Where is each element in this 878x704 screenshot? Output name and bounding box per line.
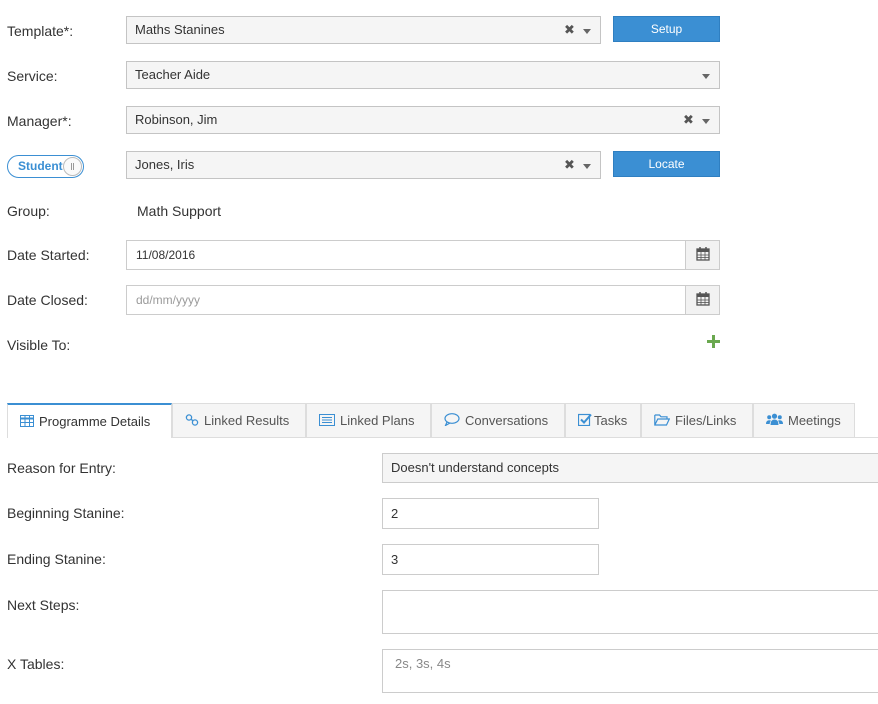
- manager-select[interactable]: Robinson, Jim ✖: [126, 106, 720, 134]
- clear-icon[interactable]: ✖: [564, 17, 575, 43]
- ending-stanine-label: Ending Stanine:: [7, 551, 106, 567]
- manager-value: Robinson, Jim: [135, 112, 218, 127]
- service-value: Teacher Aide: [135, 67, 211, 82]
- folder-icon: [654, 405, 671, 439]
- tab-label: Conversations: [465, 413, 549, 428]
- visible-to-label: Visible To:: [7, 337, 71, 353]
- beginning-stanine-input[interactable]: 2: [382, 498, 599, 529]
- tab-label: Meetings: [788, 413, 841, 428]
- users-icon: [766, 405, 783, 439]
- date-closed-label: Date Closed:: [7, 292, 88, 308]
- next-steps-textarea[interactable]: [382, 590, 878, 634]
- tab-label: Programme Details: [39, 414, 151, 429]
- tab-label: Tasks: [594, 413, 628, 428]
- tab-label: Files/Links: [675, 413, 737, 428]
- reason-label: Reason for Entry:: [7, 460, 116, 476]
- list-icon: [319, 405, 335, 439]
- calendar-icon[interactable]: [685, 286, 719, 314]
- date-started-value: 11/08/2016: [136, 248, 196, 262]
- manager-label: Manager*:: [7, 113, 72, 129]
- beginning-stanine-label: Beginning Stanine:: [7, 505, 125, 521]
- ending-stanine-input[interactable]: 3: [382, 544, 599, 575]
- group-label: Group:: [7, 203, 50, 219]
- calendar-icon[interactable]: [685, 241, 719, 269]
- date-started-field[interactable]: 11/08/2016: [126, 240, 720, 270]
- template-label: Template*:: [7, 23, 74, 39]
- setup-button[interactable]: Setup: [613, 16, 720, 42]
- date-started-label: Date Started:: [7, 247, 90, 263]
- table-icon: [20, 406, 34, 440]
- link-icon: [185, 405, 199, 439]
- student-toggle[interactable]: Student: [7, 155, 84, 178]
- tab-bar: Programme Details Linked Results Linked …: [7, 403, 878, 438]
- tab-label: Linked Plans: [340, 413, 415, 428]
- chevron-down-icon[interactable]: [583, 164, 591, 169]
- checkbox-icon: [577, 405, 592, 439]
- tab-linked-results[interactable]: Linked Results: [172, 403, 306, 437]
- tab-tasks[interactable]: Tasks: [565, 403, 641, 437]
- service-select[interactable]: Teacher Aide: [126, 61, 720, 89]
- chevron-down-icon[interactable]: [702, 119, 710, 124]
- date-closed-placeholder: dd/mm/yyyy: [136, 293, 201, 307]
- x-tables-textarea[interactable]: 2s, 3s, 4s: [382, 649, 878, 693]
- tab-linked-plans[interactable]: Linked Plans: [306, 403, 431, 437]
- comment-icon: [444, 405, 460, 439]
- student-toggle-label: Student: [18, 159, 63, 173]
- tab-conversations[interactable]: Conversations: [431, 403, 565, 437]
- tab-meetings[interactable]: Meetings: [753, 403, 855, 437]
- student-select[interactable]: Jones, Iris ✖: [126, 151, 601, 179]
- next-steps-label: Next Steps:: [7, 597, 80, 613]
- tab-files-links[interactable]: Files/Links: [641, 403, 753, 437]
- group-value: Math Support: [137, 203, 222, 219]
- toggle-knob[interactable]: [63, 157, 82, 176]
- template-select[interactable]: Maths Stanines ✖: [126, 16, 601, 44]
- reason-value: Doesn't understand concepts: [391, 460, 559, 475]
- chevron-down-icon[interactable]: [583, 29, 591, 34]
- tab-label: Linked Results: [204, 413, 290, 428]
- template-value: Maths Stanines: [135, 22, 225, 37]
- clear-icon[interactable]: ✖: [683, 107, 694, 133]
- reason-select[interactable]: Doesn't understand concepts: [382, 453, 878, 483]
- add-visible-to-icon[interactable]: [707, 335, 720, 348]
- chevron-down-icon[interactable]: [702, 74, 710, 79]
- date-closed-field[interactable]: dd/mm/yyyy: [126, 285, 720, 315]
- locate-button[interactable]: Locate: [613, 151, 720, 177]
- service-label: Service:: [7, 68, 58, 84]
- tab-programme-details[interactable]: Programme Details: [7, 403, 172, 438]
- clear-icon[interactable]: ✖: [564, 152, 575, 178]
- x-tables-label: X Tables:: [7, 656, 65, 672]
- student-value: Jones, Iris: [135, 157, 195, 172]
